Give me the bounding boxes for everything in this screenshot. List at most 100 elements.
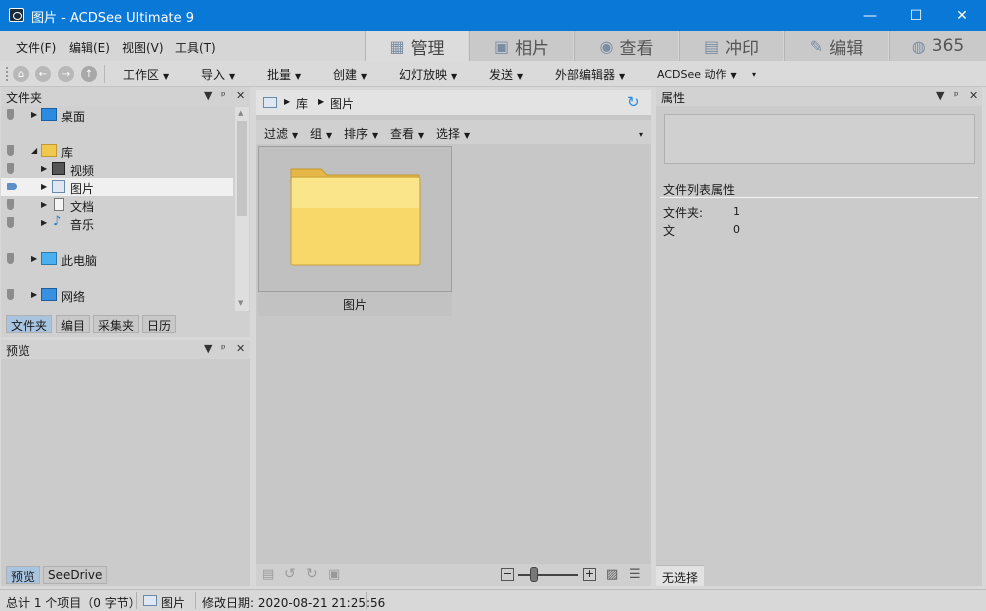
expand-arrow-icon[interactable]: ▶ bbox=[41, 164, 47, 173]
toolbar-external-editor[interactable]: 外部编辑器 ▼ bbox=[555, 66, 625, 83]
video-icon bbox=[52, 162, 65, 175]
tree-item-pictures[interactable]: ▶ 图片 bbox=[1, 178, 233, 196]
music-icon: ♪ bbox=[53, 214, 62, 229]
tab-collections[interactable]: 采集夹 bbox=[93, 315, 140, 333]
tab-develop[interactable]: ▤ 冲印 bbox=[679, 31, 783, 61]
toolbar-import[interactable]: 导入 ▼ bbox=[201, 66, 235, 83]
rotate-right-icon[interactable]: ↻ bbox=[306, 566, 318, 582]
preview-panel: 预览 ▼ ᵖ ✕ 预览 SeeDrive bbox=[1, 340, 250, 586]
tree-item-music[interactable]: ▶ ♪ 音乐 bbox=[1, 214, 233, 232]
expand-arrow-icon[interactable]: ▶ bbox=[31, 254, 37, 263]
tab-folders[interactable]: 文件夹 bbox=[6, 315, 53, 333]
menu-edit[interactable]: 编辑(E) bbox=[69, 39, 110, 56]
tree-item-network[interactable]: ▶ 网络 bbox=[1, 286, 233, 304]
library-icon bbox=[41, 144, 57, 157]
filterbar-overflow-icon[interactable]: ▾ bbox=[639, 130, 643, 139]
toolbar-send[interactable]: 发送 ▼ bbox=[489, 66, 523, 83]
tile-thumbnail bbox=[258, 146, 452, 292]
zoom-in-icon[interactable]: + bbox=[583, 568, 596, 581]
pin-icon[interactable]: ᵖ bbox=[954, 89, 959, 102]
back-icon[interactable]: ← bbox=[35, 66, 51, 82]
tree-item-video[interactable]: ▶ 视频 bbox=[1, 160, 233, 178]
group-button[interactable]: 组 ▼ bbox=[310, 125, 332, 142]
view-button[interactable]: 查看 ▼ bbox=[390, 125, 424, 142]
file-tile[interactable]: 图片 bbox=[258, 146, 452, 316]
expand-arrow-icon[interactable]: ▶ bbox=[31, 290, 37, 299]
maximize-button[interactable]: ☐ bbox=[893, 0, 939, 31]
home-icon[interactable]: ⌂ bbox=[13, 66, 29, 82]
tab-no-selection[interactable]: 无选择 bbox=[656, 565, 705, 586]
photos-icon: ▣ bbox=[493, 36, 510, 56]
import-icon[interactable]: ▤ bbox=[262, 567, 274, 582]
close-button[interactable]: ✕ bbox=[939, 0, 985, 31]
tree-item-this-pc[interactable]: ▶ 此电脑 bbox=[1, 250, 233, 268]
up-icon[interactable]: ↑ bbox=[81, 66, 97, 82]
sort-button[interactable]: 排序 ▼ bbox=[344, 125, 378, 142]
expand-arrow-icon[interactable]: ▶ bbox=[31, 110, 37, 119]
panel-menu-icon[interactable]: ▼ bbox=[936, 89, 944, 102]
scrollbar-thumb[interactable] bbox=[237, 121, 247, 216]
breadcrumb-library[interactable]: 库 bbox=[296, 95, 308, 112]
pin-icon[interactable]: ᵖ bbox=[221, 89, 226, 102]
tab-calendar[interactable]: 日历 bbox=[142, 315, 177, 333]
menu-tools[interactable]: 工具(T) bbox=[175, 39, 216, 56]
zoom-slider-handle[interactable] bbox=[530, 567, 538, 582]
toolbar-overflow-icon[interactable]: ▾ bbox=[752, 70, 756, 79]
zoom-slider[interactable] bbox=[518, 574, 578, 576]
expand-arrow-icon[interactable]: ▶ bbox=[41, 182, 47, 191]
toolbar-acdsee-actions[interactable]: ACDSee 动作 ▼ bbox=[657, 66, 737, 82]
close-icon[interactable]: ✕ bbox=[236, 89, 245, 102]
toolbar-workspace[interactable]: 工作区 ▼ bbox=[123, 66, 169, 83]
minimize-button[interactable]: — bbox=[847, 0, 893, 31]
toolbar-slideshow[interactable]: 幻灯放映 ▼ bbox=[399, 66, 457, 83]
zoom-out-icon[interactable]: − bbox=[501, 568, 514, 581]
tab-manage[interactable]: ▦ 管理 bbox=[365, 31, 468, 61]
details-view-icon[interactable]: ☰ bbox=[629, 567, 641, 582]
prop-folders-value: 1 bbox=[733, 205, 740, 218]
breadcrumb-pictures[interactable]: 图片 bbox=[330, 95, 354, 112]
properties-panel-title: 属性 bbox=[661, 91, 686, 105]
tab-365[interactable]: ◍ 365 bbox=[889, 31, 986, 61]
forward-icon[interactable]: → bbox=[58, 66, 74, 82]
address-bar: ▶ 库 ▶ 图片 ↻ bbox=[256, 90, 651, 115]
panel-menu-icon[interactable]: ▼ bbox=[204, 342, 212, 355]
pin-icon bbox=[7, 199, 14, 210]
caret-down-icon: ▼ bbox=[163, 72, 170, 81]
tree-item-library[interactable]: ◢ 库 bbox=[1, 142, 233, 160]
status-bar: 总计 1 个项目（0 字节） 图片 修改日期: 2020-08-21 21:25… bbox=[0, 589, 986, 611]
tab-catalog[interactable]: 编目 bbox=[56, 315, 91, 333]
scroll-up-icon[interactable]: ▲ bbox=[238, 109, 243, 117]
rotate-left-icon[interactable]: ↺ bbox=[284, 566, 296, 582]
refresh-icon[interactable]: ↻ bbox=[627, 93, 640, 111]
toolbar-create[interactable]: 创建 ▼ bbox=[333, 66, 367, 83]
thumbnail-view-icon[interactable]: ▨ bbox=[606, 567, 618, 582]
pin-icon bbox=[7, 289, 14, 300]
compare-icon[interactable]: ▣ bbox=[328, 567, 340, 582]
menu-file[interactable]: 文件(F) bbox=[16, 39, 56, 56]
preview-panel-tabs: 预览 SeeDrive bbox=[6, 566, 246, 585]
tab-preview[interactable]: 预览 bbox=[6, 566, 41, 584]
pin-icon[interactable]: ᵖ bbox=[221, 342, 226, 355]
toolbar-batch[interactable]: 批量 ▼ bbox=[267, 66, 301, 83]
scroll-down-icon[interactable]: ▼ bbox=[238, 299, 243, 307]
panel-menu-icon[interactable]: ▼ bbox=[204, 89, 212, 102]
tab-seedrive[interactable]: SeeDrive bbox=[43, 566, 108, 584]
select-button[interactable]: 选择 ▼ bbox=[436, 125, 470, 142]
app-icon[interactable] bbox=[9, 8, 24, 22]
file-list-properties-heading: 文件列表属性 bbox=[663, 183, 736, 197]
menu-view[interactable]: 视图(V) bbox=[122, 39, 164, 56]
tab-view[interactable]: ◉ 查看 bbox=[574, 31, 678, 61]
tree-item-documents[interactable]: ▶ 文档 bbox=[1, 196, 233, 214]
folders-scrollbar[interactable]: ▲ ▼ bbox=[235, 107, 249, 311]
close-icon[interactable]: ✕ bbox=[236, 342, 245, 355]
expand-arrow-icon[interactable]: ▶ bbox=[41, 200, 47, 209]
tab-photos[interactable]: ▣ 相片 bbox=[469, 31, 573, 61]
grid-icon: ▦ bbox=[389, 36, 405, 56]
close-icon[interactable]: ✕ bbox=[969, 89, 978, 102]
filter-button[interactable]: 过滤 ▼ bbox=[264, 125, 298, 142]
title-bar: 图片 - ACDSee Ultimate 9 — ☐ ✕ bbox=[0, 0, 986, 31]
collapse-arrow-icon[interactable]: ◢ bbox=[31, 146, 37, 155]
tree-item-desktop[interactable]: ▶ 桌面 bbox=[1, 106, 233, 124]
expand-arrow-icon[interactable]: ▶ bbox=[41, 218, 47, 227]
tab-edit[interactable]: ✎ 编辑 bbox=[784, 31, 888, 61]
